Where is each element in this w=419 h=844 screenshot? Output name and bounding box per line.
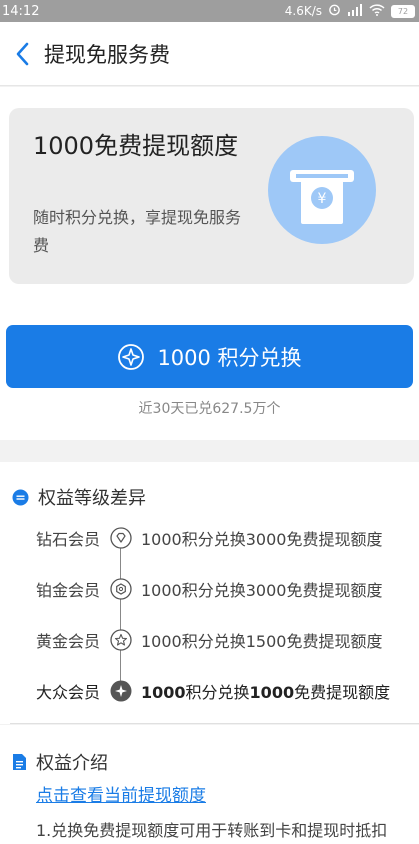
sparkle-icon (110, 680, 132, 702)
intro-heading: 权益介绍 (12, 749, 108, 775)
tier-name: 黄金会员 (36, 632, 101, 651)
banner-subtitle: 随时积分兑换，享提现免服务费 (33, 208, 242, 255)
tier-timeline (120, 537, 121, 691)
document-icon (13, 754, 26, 770)
intro-section: 权益介绍 点击查看当前提现额度 1.兑换免费提现额度可用于转账到卡和提现时抵扣 (0, 725, 419, 844)
tier-row-current: 大众会员 1000积分兑换1000免费提现额度 (36, 676, 390, 706)
hexagon-icon (110, 578, 132, 600)
intro-paragraph: 1.兑换免费提现额度可用于转账到卡和提现时抵扣 (36, 821, 388, 840)
status-time: 14:12 (2, 3, 40, 19)
banner-title: 1000免费提现额度 (33, 132, 239, 160)
status-bar: 14:12 4.6K/s 72 (0, 0, 419, 22)
status-icons: 4.6K/s 72 (285, 3, 415, 19)
network-speed: 4.6K/s (284, 4, 322, 18)
tier-row: 铂金会员 1000积分兑换3000免费提现额度 (36, 574, 382, 604)
signal-icon (347, 3, 363, 19)
tier-row: 黄金会员 1000积分兑换1500免费提现额度 (36, 625, 382, 655)
tier-name: 铂金会员 (36, 581, 101, 600)
points-icon (118, 343, 145, 370)
exchange-button-label: 1000 积分兑换 (157, 345, 302, 370)
intro-heading-label: 权益介绍 (36, 753, 108, 774)
exchange-count-note: 近30天已兑627.5万个 (138, 401, 281, 417)
banner-section: 1000免费提现额度 随时积分兑换，享提现免服务费 ¥ (0, 87, 419, 305)
nav-bar: 提现免服务费 (0, 22, 419, 86)
battery-icon: 72 (391, 4, 415, 18)
tier-desc: 1000积分兑换1500免费提现额度 (141, 632, 383, 651)
tier-heading: 权益等级差异 (12, 484, 146, 510)
star-icon (110, 629, 132, 651)
tier-name: 大众会员 (36, 683, 101, 702)
diamond-icon (110, 527, 132, 549)
back-button[interactable] (0, 22, 44, 86)
yen-card-icon: ¥ (268, 136, 376, 244)
tier-name: 钻石会员 (36, 530, 101, 549)
tier-desc: 1000积分兑换1000免费提现额度 (141, 683, 391, 702)
banner-card: 1000免费提现额度 随时积分兑换，享提现免服务费 ¥ (9, 108, 414, 284)
wifi-icon (369, 3, 385, 19)
tier-row: 钻石会员 1000积分兑换3000免费提现额度 (36, 523, 382, 553)
tier-section: 权益等级差异 钻石会员 1000积分兑换3000免费提现额度 铂金会员 1000… (0, 462, 419, 724)
page-title: 提现免服务费 (44, 42, 170, 67)
chevron-left-icon (16, 42, 29, 65)
tier-desc: 1000积分兑换3000免费提现额度 (141, 581, 383, 600)
tier-heading-label: 权益等级差异 (38, 488, 146, 509)
view-quota-link[interactable]: 点击查看当前提现额度 (36, 781, 206, 806)
exchange-button[interactable]: 1000 积分兑换 (6, 325, 413, 388)
tier-desc: 1000积分兑换3000免费提现额度 (141, 530, 383, 549)
divider (10, 723, 419, 724)
alarm-icon (328, 3, 341, 19)
exchange-section: 1000 积分兑换 近30天已兑627.5万个 (0, 305, 419, 440)
svg-text:¥: ¥ (318, 191, 327, 207)
chat-bubble-icon (12, 489, 29, 505)
